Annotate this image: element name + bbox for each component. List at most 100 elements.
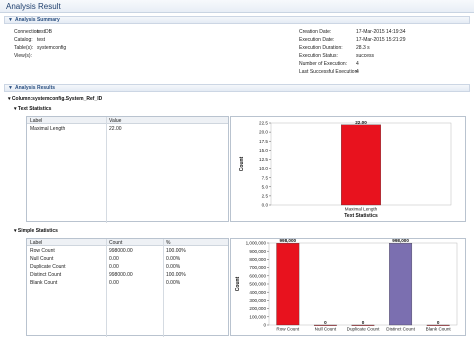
section-label: Analysis Summary xyxy=(15,17,60,23)
column-separator xyxy=(106,239,107,337)
simple-statistics-label: Simple Statistics xyxy=(17,228,58,234)
table-cell[interactable]: Maximal Length xyxy=(30,126,65,132)
table-header-cell[interactable]: Label xyxy=(30,240,42,246)
table-header-cell[interactable]: Count xyxy=(109,240,122,246)
table-cell[interactable]: 22.00 xyxy=(109,126,122,132)
column-header[interactable]: ▾ Column:systemconfig.System_Ref_ID xyxy=(8,96,102,102)
table-header-cell[interactable]: Label xyxy=(30,118,42,124)
data-label: 998,000 xyxy=(392,239,409,243)
table-cell[interactable]: 100.00% xyxy=(166,272,186,278)
y-tick-label: 7.5 xyxy=(262,175,269,180)
tables-value: systemconfig xyxy=(37,45,67,51)
column-separator xyxy=(163,239,164,337)
column-name: Column:systemconfig.System_Ref_ID xyxy=(11,96,103,102)
bar xyxy=(389,243,413,326)
data-label: 0 xyxy=(362,320,365,325)
table-cell[interactable]: 0.00% xyxy=(166,256,180,262)
x-tick-label: Blank Count xyxy=(426,327,452,332)
number-of-execution-value: 4 xyxy=(356,61,359,67)
y-tick-label: 15.0 xyxy=(259,148,268,153)
bar xyxy=(351,324,375,326)
connection-value: testDB xyxy=(37,29,53,35)
bar xyxy=(341,124,381,206)
y-tick-label: 100,000 xyxy=(249,314,266,319)
data-label: 22.00 xyxy=(355,120,367,125)
column-separator xyxy=(106,117,107,223)
collapse-triangle-icon[interactable]: ▼ xyxy=(8,85,13,91)
table-cell[interactable]: Blank Count xyxy=(30,280,57,286)
y-tick-label: 300,000 xyxy=(249,298,266,303)
y-tick-label: 200,000 xyxy=(249,306,266,311)
y-axis-label: Count xyxy=(239,156,245,171)
table-cell[interactable]: Null Count xyxy=(30,256,53,262)
y-tick-label: 700,000 xyxy=(249,265,266,270)
table-cell[interactable]: 0.00 xyxy=(109,280,119,286)
y-tick-label: 17.5 xyxy=(259,139,268,144)
section-label: Analysis Results xyxy=(15,85,56,91)
title-bar: Analysis Result xyxy=(0,0,474,13)
number-of-execution-label: Number of Execution: xyxy=(299,61,348,67)
y-tick-label: 22.5 xyxy=(259,121,268,126)
catalog-value: test xyxy=(37,37,46,43)
table-header xyxy=(27,239,228,246)
y-tick-label: 20.0 xyxy=(259,130,268,135)
bar xyxy=(276,243,300,326)
table-cell[interactable]: 0.00 xyxy=(109,264,119,270)
simple-statistics-header[interactable]: ▾ Simple Statistics xyxy=(14,228,58,234)
execution-status-label: Execution Status: xyxy=(299,53,338,59)
table-cell[interactable]: 100.00% xyxy=(166,248,186,254)
table-cell[interactable]: 998000.00 xyxy=(109,248,133,254)
table-cell[interactable]: Row Count xyxy=(30,248,55,254)
table-cell[interactable]: Distinct Count xyxy=(30,272,61,278)
data-label: 0 xyxy=(437,320,440,325)
x-axis-label: Text Statistics xyxy=(344,213,378,219)
text-statistics-chart-panel: 0.0 2.5 5.0 7.5 10.0 12.5 15.0 17.5 20.0 22.5 Coun… xyxy=(230,116,466,222)
execution-status-value: success xyxy=(356,53,375,59)
y-tick-label: 900,000 xyxy=(249,249,266,254)
y-tick-label: 600,000 xyxy=(249,273,266,278)
y-tick-label: 400,000 xyxy=(249,290,266,295)
simple-statistics-table: Label Count % Row Count 998000.00 100.00… xyxy=(26,238,229,337)
y-tick-label: 12.5 xyxy=(259,157,268,162)
x-tick-label: Distinct Count xyxy=(386,327,415,332)
table-header-cell[interactable]: % xyxy=(166,240,170,246)
table-cell[interactable]: 0.00% xyxy=(166,264,180,270)
tables-label: Table(s): xyxy=(14,45,34,51)
analysis-summary-header[interactable]: ▼ Analysis Summary xyxy=(4,16,470,24)
table-header-cell[interactable]: Value xyxy=(109,118,121,124)
analysis-results-header[interactable]: ▼ Analysis Results xyxy=(4,84,470,92)
execution-date-value: 17-Mar-2015 15:21:29 xyxy=(356,37,406,43)
table-cell[interactable]: Duplicate Count xyxy=(30,264,66,270)
y-tick-label: 0 xyxy=(263,323,266,328)
simple-statistics-chart-panel: 0 100,000 200,000 300,000 400,000 500,000 600,… xyxy=(230,238,466,336)
table-cell[interactable]: 0.00% xyxy=(166,280,180,286)
text-statistics-label: Text Statistics xyxy=(17,106,52,112)
x-tick-label: Duplicate Count xyxy=(347,327,380,332)
y-tick-label: 500,000 xyxy=(249,282,266,287)
data-label: 0 xyxy=(324,320,327,325)
x-tick-label: Row Count xyxy=(276,327,299,332)
bar xyxy=(426,324,450,326)
y-tick-label: 5.0 xyxy=(262,184,269,189)
last-successful-execution-value: 4 xyxy=(356,69,359,75)
collapse-triangle-icon[interactable]: ▼ xyxy=(8,17,13,23)
y-tick-label: 1,000,000 xyxy=(246,241,267,246)
table-header xyxy=(27,117,228,124)
table-cell[interactable]: 0.00 xyxy=(109,256,119,262)
simple-statistics-chart: 0 100,000 200,000 300,000 400,000 500,000 600,… xyxy=(235,238,458,332)
catalog-label: Catalog: xyxy=(14,37,33,43)
text-statistics-chart: 0.0 2.5 5.0 7.5 10.0 12.5 15.0 17.5 20.0 22.5 Coun… xyxy=(239,120,452,219)
views-label: View(s): xyxy=(14,53,32,59)
text-statistics-table: Label Value Maximal Length 22.00 xyxy=(26,116,229,223)
table-cell[interactable]: 998000.00 xyxy=(109,272,133,278)
x-tick-label: Maximal Length xyxy=(345,207,378,212)
execution-date-label: Execution Date: xyxy=(299,37,335,43)
page-title: Analysis Result xyxy=(6,2,61,11)
y-axis-label: Count xyxy=(235,276,241,291)
bar xyxy=(313,324,337,326)
creation-date-value: 17-Mar-2015 14:19:34 xyxy=(356,29,406,35)
creation-date-label: Creation Date: xyxy=(299,29,332,35)
x-tick-label: Null Count xyxy=(315,327,337,332)
text-statistics-header[interactable]: ▾ Text Statistics xyxy=(14,106,51,112)
y-tick-label: 0.0 xyxy=(262,203,269,208)
